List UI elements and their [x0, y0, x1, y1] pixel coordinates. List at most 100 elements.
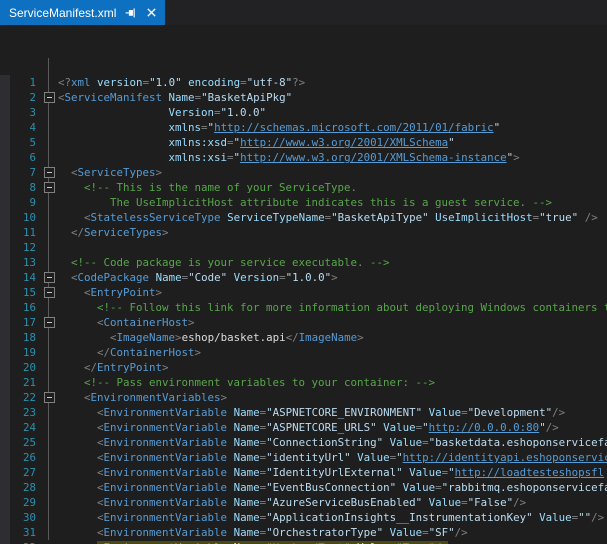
code-line[interactable]: 13 <!-- Code package is your service exe…: [0, 255, 607, 270]
breakpoint-margin[interactable]: [0, 210, 10, 225]
code-line[interactable]: 8 <!-- This is the name of your ServiceT…: [0, 180, 607, 195]
line-number: 23: [10, 405, 40, 420]
code-line[interactable]: 16 <!-- Follow this link for more inform…: [0, 300, 607, 315]
code-line[interactable]: 24 <EnvironmentVariable Name="ASPNETCORE…: [0, 420, 607, 435]
code-line[interactable]: 11 </ServiceTypes>: [0, 225, 607, 240]
breakpoint-margin[interactable]: [0, 285, 10, 300]
tab-servicemanifest[interactable]: ServiceManifest.xml: [0, 0, 165, 25]
code-line[interactable]: 29 <EnvironmentVariable Name="AzureServi…: [0, 495, 607, 510]
breakpoint-margin[interactable]: [0, 300, 10, 315]
code-line[interactable]: 28 <EnvironmentVariable Name="EventBusCo…: [0, 480, 607, 495]
breakpoint-margin[interactable]: [0, 540, 10, 544]
code-line[interactable]: 1<?xml version="1.0" encoding="utf-8"?>: [0, 75, 607, 90]
code-line[interactable]: 19 </ContainerHost>: [0, 345, 607, 360]
code-text: <ServiceManifest Name="BasketApiPkg": [58, 90, 607, 105]
code-line[interactable]: 26 <EnvironmentVariable Name="identityUr…: [0, 450, 607, 465]
fold-column: [40, 255, 58, 270]
breakpoint-margin[interactable]: [0, 435, 10, 450]
fold-collapse-icon[interactable]: [44, 92, 55, 103]
line-number: 24: [10, 420, 40, 435]
breakpoint-margin[interactable]: [0, 345, 10, 360]
code-line[interactable]: 7 <ServiceTypes>: [0, 165, 607, 180]
breakpoint-margin[interactable]: [0, 360, 10, 375]
code-text: <ContainerHost>: [58, 315, 607, 330]
fold-collapse-icon[interactable]: [44, 272, 55, 283]
breakpoint-margin[interactable]: [0, 270, 10, 285]
code-line[interactable]: 3 Version="1.0.0": [0, 105, 607, 120]
fold-collapse-icon[interactable]: [44, 287, 55, 298]
code-line[interactable]: 12: [0, 240, 607, 255]
breakpoint-margin[interactable]: [0, 525, 10, 540]
code-text: <EnvironmentVariable Name="EventBusConne…: [58, 480, 607, 495]
code-line[interactable]: 21 <!-- Pass environment variables to yo…: [0, 375, 607, 390]
pin-icon[interactable]: [124, 6, 137, 19]
code-line[interactable]: 22 <EnvironmentVariables>: [0, 390, 607, 405]
code-line[interactable]: 30 <EnvironmentVariable Name="Applicatio…: [0, 510, 607, 525]
breakpoint-margin[interactable]: [0, 330, 10, 345]
fold-column: [40, 165, 58, 180]
breakpoint-margin[interactable]: [0, 405, 10, 420]
breakpoint-margin[interactable]: [0, 480, 10, 495]
code-line[interactable]: 9 The UseImplicitHost attribute indicate…: [0, 195, 607, 210]
breakpoint-margin[interactable]: [0, 240, 10, 255]
fold-column: [40, 435, 58, 450]
code-text: <ImageName>eshop/basket.api</ImageName>: [58, 330, 607, 345]
fold-collapse-icon[interactable]: [44, 317, 55, 328]
code-line[interactable]: 20 </EntryPoint>: [0, 360, 607, 375]
breakpoint-margin[interactable]: [0, 495, 10, 510]
breakpoint-margin[interactable]: [0, 120, 10, 135]
breakpoint-margin[interactable]: [0, 450, 10, 465]
fold-collapse-icon[interactable]: [44, 167, 55, 178]
code-text: <!-- Code package is your service execut…: [58, 255, 607, 270]
breakpoint-margin[interactable]: [0, 390, 10, 405]
code-line[interactable]: 31 <EnvironmentVariable Name="Orchestrat…: [0, 525, 607, 540]
breakpoint-margin[interactable]: [0, 180, 10, 195]
code-text: <EnvironmentVariable Name="UseLoadTest" …: [58, 540, 607, 544]
code-text: <EnvironmentVariable Name="ConnectionStr…: [58, 435, 607, 450]
fold-collapse-icon[interactable]: [44, 182, 55, 193]
breakpoint-margin[interactable]: [0, 90, 10, 105]
line-number: 1: [10, 75, 40, 90]
breakpoint-margin[interactable]: [0, 420, 10, 435]
code-line[interactable]: 5 xmlns:xsd="http://www.w3.org/2001/XMLS…: [0, 135, 607, 150]
code-line[interactable]: 17 <ContainerHost>: [0, 315, 607, 330]
breakpoint-margin[interactable]: [0, 165, 10, 180]
code-line[interactable]: 32 <EnvironmentVariable Name="UseLoadTes…: [0, 540, 607, 544]
code-line[interactable]: 6 xmlns:xsi="http://www.w3.org/2001/XMLS…: [0, 150, 607, 165]
breakpoint-margin[interactable]: [0, 510, 10, 525]
fold-column: [40, 240, 58, 255]
breakpoint-margin[interactable]: [0, 375, 10, 390]
breakpoint-margin[interactable]: [0, 75, 10, 90]
fold-column: [40, 375, 58, 390]
code-line[interactable]: 18 <ImageName>eshop/basket.api</ImageNam…: [0, 330, 607, 345]
code-text: </EntryPoint>: [58, 360, 607, 375]
fold-collapse-icon[interactable]: [44, 392, 55, 403]
breakpoint-margin[interactable]: [0, 150, 10, 165]
line-number: 2: [10, 90, 40, 105]
breakpoint-margin[interactable]: [0, 465, 10, 480]
breakpoint-margin[interactable]: [0, 315, 10, 330]
code-line[interactable]: 10 <StatelessServiceType ServiceTypeName…: [0, 210, 607, 225]
line-number: 16: [10, 300, 40, 315]
line-number: 10: [10, 210, 40, 225]
xml-editor-area[interactable]: 1<?xml version="1.0" encoding="utf-8"?>2…: [0, 25, 607, 544]
code-line[interactable]: 25 <EnvironmentVariable Name="Connection…: [0, 435, 607, 450]
code-line[interactable]: 14 <CodePackage Name="Code" Version="1.0…: [0, 270, 607, 285]
code-line[interactable]: 2 <ServiceManifest Name="BasketApiPkg": [0, 90, 607, 105]
tab-title: ServiceManifest.xml: [9, 6, 116, 20]
breakpoint-margin[interactable]: [0, 195, 10, 210]
fold-column: [40, 150, 58, 165]
line-number: 14: [10, 270, 40, 285]
breakpoint-margin[interactable]: [0, 255, 10, 270]
code-line[interactable]: 23 <EnvironmentVariable Name="ASPNETCORE…: [0, 405, 607, 420]
code-line[interactable]: 4 xmlns="http://schemas.microsoft.com/20…: [0, 120, 607, 135]
breakpoint-margin[interactable]: [0, 135, 10, 150]
line-number: 30: [10, 510, 40, 525]
code-line[interactable]: 15 <EntryPoint>: [0, 285, 607, 300]
breakpoint-margin[interactable]: [0, 105, 10, 120]
line-number: 11: [10, 225, 40, 240]
fold-column: [40, 390, 58, 405]
breakpoint-margin[interactable]: [0, 225, 10, 240]
code-line[interactable]: 27 <EnvironmentVariable Name="IdentityUr…: [0, 465, 607, 480]
close-icon[interactable]: [145, 6, 158, 19]
